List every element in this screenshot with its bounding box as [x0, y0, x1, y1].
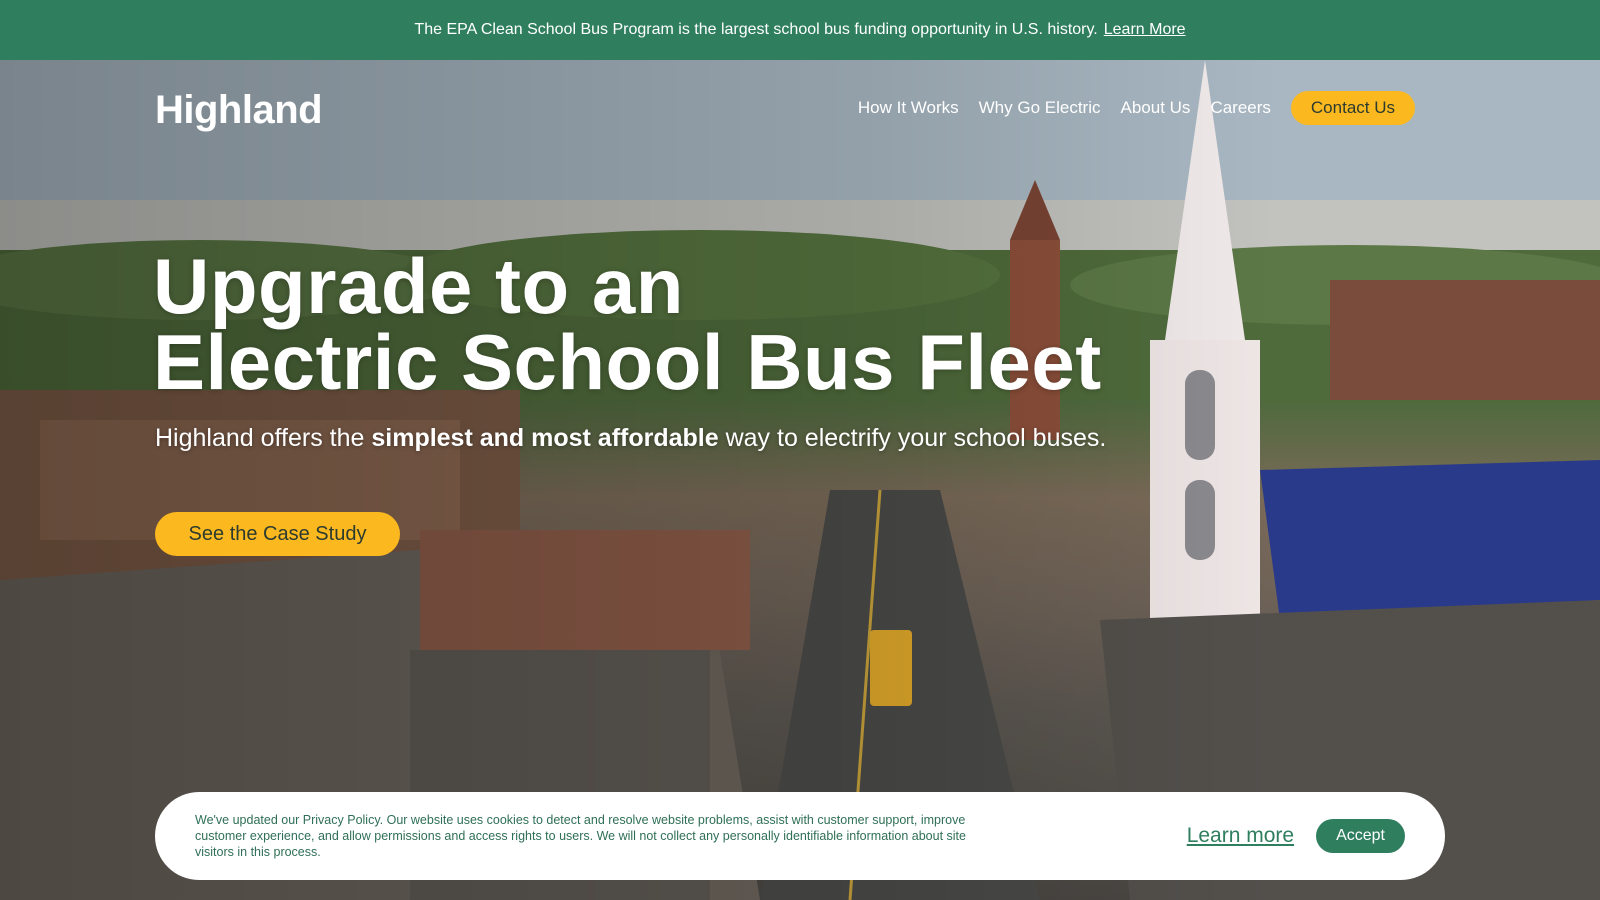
hero-subheading: Highland offers the simplest and most af…: [155, 424, 1106, 453]
cookie-learn-more-link[interactable]: Learn more: [1187, 824, 1294, 848]
cookie-actions: Learn more Accept: [1187, 819, 1405, 853]
cookie-banner-text: We've updated our Privacy Policy. Our we…: [195, 813, 966, 859]
hero-section: [0, 60, 1600, 900]
main-nav: How It Works Why Go Electric About Us Ca…: [858, 91, 1415, 125]
announcement-learn-more-link[interactable]: Learn More: [1104, 21, 1186, 39]
contact-us-button[interactable]: Contact Us: [1290, 91, 1415, 125]
nav-careers[interactable]: Careers: [1210, 98, 1270, 118]
cookie-accept-button[interactable]: Accept: [1316, 819, 1405, 853]
headline-line-1: Upgrade to an: [153, 242, 684, 330]
subhead-bold: simplest and most affordable: [371, 424, 719, 452]
subhead-after: way to electrify your school buses.: [718, 424, 1107, 452]
hero-overlay: [0, 60, 1600, 900]
cookie-banner: We've updated our Privacy Policy. Our we…: [155, 792, 1445, 880]
nav-about-us[interactable]: About Us: [1121, 98, 1191, 118]
subhead-before: Highland offers the: [155, 424, 372, 452]
announcement-bar: The EPA Clean School Bus Program is the …: [0, 0, 1600, 60]
nav-how-it-works[interactable]: How It Works: [858, 98, 959, 118]
see-case-study-button[interactable]: See the Case Study: [155, 512, 400, 556]
announcement-text: The EPA Clean School Bus Program is the …: [414, 21, 1098, 38]
highland-logo[interactable]: Highland: [155, 88, 323, 133]
hero-headline: Upgrade to an Electric School Bus Fleet: [153, 247, 1102, 401]
nav-why-go-electric[interactable]: Why Go Electric: [979, 98, 1101, 118]
headline-line-2: Electric School Bus Fleet: [153, 318, 1102, 406]
